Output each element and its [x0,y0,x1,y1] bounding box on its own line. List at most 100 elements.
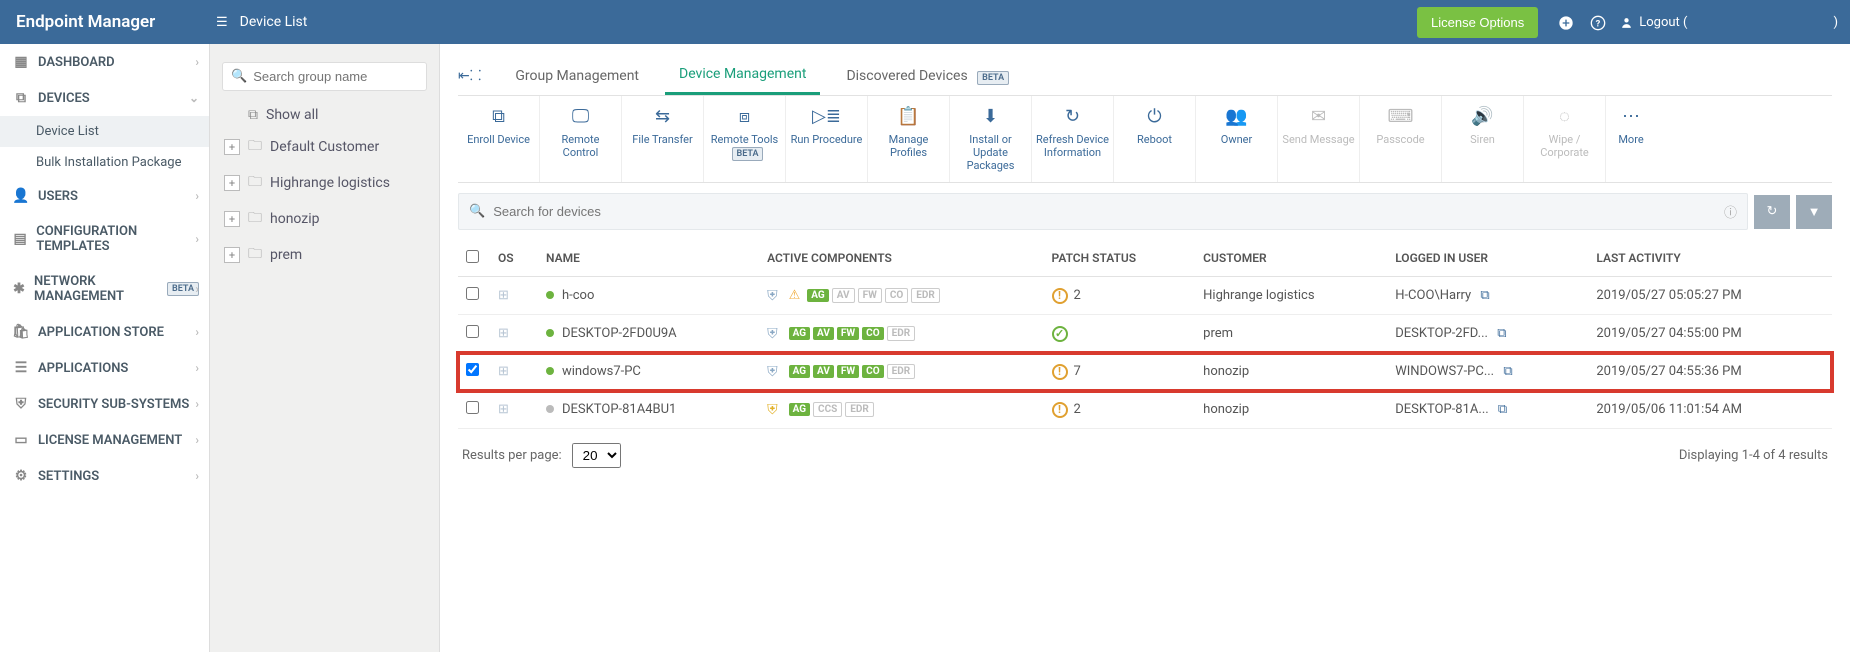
col-user[interactable]: LOGGED IN USER [1387,240,1588,277]
chevron-right-icon: › [195,397,199,411]
refresh-button[interactable]: ↻ [1754,195,1790,229]
expand-icon[interactable]: + [224,175,240,191]
search-icon: 🔍 [231,69,247,84]
sidebar-item-label: DASHBOARD [38,55,115,70]
results-per-page-select[interactable]: 20 [572,443,621,468]
tool-label: Manage Profiles [889,133,929,159]
tool-install-packages[interactable]: ⬇Install or Update Packages [950,96,1032,182]
shield-icon: ⛨ [767,326,778,342]
logged-in-user: DESKTOP-2FD... [1395,326,1488,341]
logout-link[interactable]: Logout ( ) [1620,15,1838,30]
help-icon[interactable]: ? [1590,13,1606,32]
filter-button[interactable]: ▼ [1796,195,1832,229]
add-circle-icon[interactable] [1558,13,1574,32]
component-badge: AV [813,365,834,378]
network-icon: ✱ [10,281,28,297]
table-row[interactable]: ⊞h-coo⛨⚠AGAVFWCOEDR!2Highrange logistics… [458,277,1832,315]
tool-remote-tools[interactable]: ⧈Remote ToolsBETA [704,96,786,182]
folder-icon: 🗀 [248,243,262,267]
group-search-input[interactable] [253,69,418,84]
last-activity-cell: 2019/05/06 11:01:54 AM [1588,391,1832,429]
sidebar: ▦ DASHBOARD › ⧉ DEVICES ⌄ Device List Bu… [0,44,210,652]
tool-send-message[interactable]: ✉Send Message [1278,96,1360,182]
tool-siren[interactable]: 🔊Siren [1442,96,1524,182]
remote-icon[interactable]: ⧉ [1503,364,1512,379]
main-panel: ⇤⸬ Group Management Device Management Di… [440,44,1850,652]
col-active[interactable]: ACTIVE COMPONENTS [759,240,1043,277]
col-patch[interactable]: PATCH STATUS [1044,240,1196,277]
group-item[interactable]: + 🗀 honozip [218,201,431,237]
tool-wipe[interactable]: ◌Wipe / Corporate [1524,96,1606,182]
expand-icon[interactable]: + [224,247,240,263]
tool-label: Refresh Device Information [1036,133,1109,159]
apps-icon: ☰ [10,360,32,376]
info-icon[interactable]: ⓘ [1724,202,1737,221]
beta-badge: BETA [167,282,199,296]
col-activity[interactable]: LAST ACTIVITY [1588,240,1832,277]
group-item[interactable]: + 🗀 Highrange logistics [218,165,431,201]
expand-icon[interactable]: + [224,211,240,227]
sidebar-item-config-templates[interactable]: ▤ CONFIGURATION TEMPLATES › [0,214,209,264]
device-search-input[interactable] [493,204,1716,219]
table-row[interactable]: ⊞DESKTOP-2FD0U9A⛨AGAVFWCOEDR✓premDESKTOP… [458,315,1832,353]
tool-file-transfer[interactable]: ⇆File Transfer [622,96,704,182]
group-item[interactable]: + 🗀 Default Customer [218,129,431,165]
sidebar-item-license[interactable]: ▭ LICENSE MANAGEMENT › [0,422,209,458]
license-options-button[interactable]: License Options [1417,7,1538,38]
sidebar-item-devices[interactable]: ⧉ DEVICES ⌄ [0,80,209,116]
remote-icon[interactable]: ⧉ [1497,326,1506,341]
sidebar-item-applications[interactable]: ☰ APPLICATIONS › [0,350,209,386]
row-checkbox[interactable] [466,287,479,300]
tree-icon[interactable]: ⇤⸬ [458,66,481,85]
tool-passcode[interactable]: ⌨Passcode [1360,96,1442,182]
table-row[interactable]: ⊞DESKTOP-81A4BU1⛨AGCCSEDR!2honozipDESKTO… [458,391,1832,429]
tool-remote-control[interactable]: 🖵Remote Control [540,96,622,182]
tool-refresh-info[interactable]: ↻Refresh Device Information [1032,96,1114,182]
device-search[interactable]: 🔍 ⓘ [458,193,1748,230]
tab-group-management[interactable]: Group Management [501,58,653,94]
tool-owner[interactable]: 👥Owner [1196,96,1278,182]
tool-run-procedure[interactable]: ▷≣Run Procedure [786,96,868,182]
sidebar-item-network[interactable]: ✱ NETWORK MANAGEMENT BETA › [0,264,209,314]
group-item[interactable]: + 🗀 prem [218,237,431,273]
component-badge: FW [837,327,859,340]
sidebar-sub-bulk-install[interactable]: Bulk Installation Package [0,147,209,178]
select-all-checkbox[interactable] [466,250,479,263]
tool-more[interactable]: ⋯More [1606,96,1656,182]
group-search[interactable]: 🔍 [222,62,427,91]
tabs: ⇤⸬ Group Management Device Management Di… [458,56,1832,96]
remote-icon[interactable]: ⧉ [1480,288,1489,303]
sidebar-item-dashboard[interactable]: ▦ DASHBOARD › [0,44,209,80]
last-activity-cell: 2019/05/27 04:55:36 PM [1588,353,1832,391]
sidebar-sub-device-list[interactable]: Device List [0,116,209,147]
remote-icon[interactable]: ⧉ [1498,402,1507,417]
hamburger-icon[interactable]: ☰ [216,15,228,30]
expand-icon[interactable]: + [224,139,240,155]
sidebar-item-security[interactable]: ⛨ SECURITY SUB-SYSTEMS › [0,386,209,422]
passcode-icon: ⌨ [1364,106,1437,127]
folder-icon: 🗀 [248,207,262,231]
patch-warn-icon: ! [1052,364,1068,380]
tool-enroll-device[interactable]: ⧉Enroll Device [458,96,540,182]
row-checkbox[interactable] [466,401,479,414]
breadcrumb: Device List [240,14,308,30]
col-os[interactable]: OS [490,240,538,277]
row-checkbox[interactable] [466,325,479,338]
chevron-right-icon: › [195,232,199,246]
col-name[interactable]: NAME [538,240,759,277]
col-customer[interactable]: CUSTOMER [1195,240,1387,277]
tab-device-management[interactable]: Device Management [665,56,820,95]
tool-reboot[interactable]: ⏻Reboot [1114,96,1196,182]
tab-discovered-devices[interactable]: Discovered Devices BETA [832,58,1023,94]
sidebar-item-users[interactable]: 👤 USERS › [0,178,209,214]
group-label: Highrange logistics [270,175,390,191]
sidebar-item-app-store[interactable]: 🛍 APPLICATION STORE › [0,314,209,350]
group-show-all[interactable]: ⧉ Show all [218,101,431,129]
patch-count: 7 [1074,364,1081,379]
row-checkbox[interactable] [466,363,479,376]
folder-icon: 🗀 [248,135,262,159]
status-dot [546,367,554,375]
sidebar-item-settings[interactable]: ⚙ SETTINGS › [0,458,209,494]
tool-manage-profiles[interactable]: 📋Manage Profiles [868,96,950,182]
table-row[interactable]: ⊞windows7-PC⛨AGAVFWCOEDR!7honozipWINDOWS… [458,353,1832,391]
